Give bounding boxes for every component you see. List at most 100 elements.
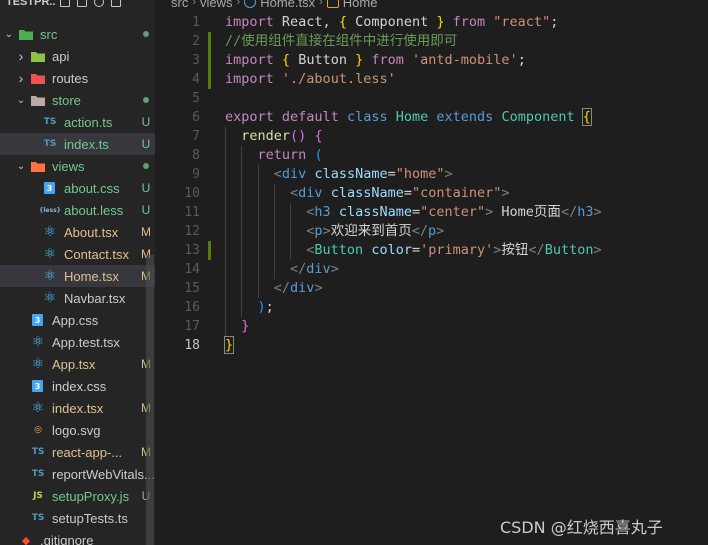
tree-item-src[interactable]: ⌄ src: [0, 23, 155, 45]
code-line[interactable]: 16 );: [155, 298, 708, 317]
code-text: //使用组件直接在组件中进行使用即可: [225, 32, 457, 51]
code-token: div: [306, 261, 331, 277]
tree-item-about-tsx[interactable]: ⚛ About.tsx M: [0, 221, 155, 243]
tree-item-about-less[interactable]: {less} about.less U: [0, 199, 155, 221]
code-token: =: [411, 204, 421, 220]
code-line[interactable]: 18}: [155, 336, 708, 355]
code-token: Home: [395, 109, 429, 125]
code-line[interactable]: 10 <div className="container">: [155, 184, 708, 203]
tree-item-contact-tsx[interactable]: ⚛ Contact.tsx M: [0, 243, 155, 265]
code-token: </: [290, 261, 307, 277]
code-editor[interactable]: src › views › Home.tsx › Home 1 import React, {…: [155, 0, 708, 545]
code-token: h3: [577, 204, 594, 220]
code-text: <div className="container">: [225, 184, 510, 203]
tree-item-react-app[interactable]: TSreact-app-...M: [0, 441, 155, 463]
tree-item-views[interactable]: ⌄ views: [0, 155, 155, 177]
code-line[interactable]: 13 <Button color='primary'>按钮</Button>: [155, 241, 708, 260]
collapse-all-icon[interactable]: [111, 0, 121, 7]
tree-item-about-css[interactable]: 3 about.css U: [0, 177, 155, 199]
code-line[interactable]: 4 import './about.less': [155, 70, 708, 89]
indent-guide: [225, 165, 226, 184]
code-line[interactable]: 17 }: [155, 317, 708, 336]
indent-guide: [225, 203, 226, 222]
tree-item-setupproxy-js[interactable]: JSsetupProxy.jsU: [0, 485, 155, 507]
tree-item-gitignore[interactable]: ◆ .gitignore: [0, 529, 155, 545]
code-line[interactable]: 11 <h3 className="center"> Home页面</h3>: [155, 203, 708, 222]
code-line[interactable]: 5: [155, 89, 708, 108]
indent-guide: [257, 260, 259, 279]
code-token: Component: [501, 109, 575, 125]
tree-item-app-test-tsx[interactable]: ⚛ App.test.tsx: [0, 331, 155, 353]
react-file-icon: ⚛: [43, 246, 57, 262]
code-token: <: [273, 166, 282, 182]
tree-item-index-css[interactable]: 3 index.css: [0, 375, 155, 397]
tree-item-logo-svg[interactable]: ◎ logo.svg: [0, 419, 155, 441]
code-line[interactable]: 6 export default class Home extends Compo…: [155, 108, 708, 127]
tree-item-reportwebvitals[interactable]: TS reportWebVitals....: [0, 463, 155, 485]
sidebar-scrollbar[interactable]: [146, 255, 154, 545]
tree-item-index-ts[interactable]: TS index.ts U: [0, 133, 155, 155]
tree-item-routes[interactable]: › routes: [0, 67, 155, 89]
code-line[interactable]: 3 import { Button } from 'antd-mobile';: [155, 51, 708, 70]
tree-item-home-tsx[interactable]: ⚛Home.tsxM: [0, 265, 155, 287]
indent-guide: [225, 241, 226, 260]
tree-item-index-tsx[interactable]: ⚛index.tsxM: [0, 397, 155, 419]
git-change-marker: [208, 32, 211, 51]
git-status-badge: U: [141, 203, 151, 217]
tree-item-label: Home.tsx: [64, 268, 119, 284]
indent-guide: [257, 241, 259, 260]
chevron-right-icon: ›: [18, 48, 24, 64]
tree-item-navbar-tsx[interactable]: ⚛ Navbar.tsx: [0, 287, 155, 309]
views-folder-icon: [30, 159, 46, 173]
indent-guide: [273, 184, 275, 203]
code-token: {: [314, 128, 323, 144]
indent-guide: [290, 222, 292, 241]
code-line[interactable]: 2 //使用组件直接在组件中进行使用即可: [155, 32, 708, 51]
tree-item-action-ts[interactable]: TS action.ts U: [0, 111, 155, 133]
new-folder-icon[interactable]: [77, 0, 87, 7]
breadcrumb-item[interactable]: Home.tsx: [260, 0, 315, 10]
refresh-icon[interactable]: [94, 0, 104, 7]
tree-item-app-tsx[interactable]: ⚛App.tsxM: [0, 353, 155, 375]
indent-guide: [241, 260, 243, 279]
code-text: export default class Home extends Compon…: [225, 108, 592, 127]
code-token: return: [257, 147, 307, 163]
typescript-file-icon: TS: [43, 139, 57, 149]
code-text: );: [225, 298, 274, 317]
code-line[interactable]: 8 return (: [155, 146, 708, 165]
breadcrumb-item[interactable]: views: [200, 0, 233, 10]
tree-item-label: Contact.tsx: [64, 246, 130, 262]
code-token: </: [560, 204, 578, 220]
code-line[interactable]: 14 </div>: [155, 260, 708, 279]
tree-item-setuptests-ts[interactable]: TS setupTests.ts: [0, 507, 155, 529]
code-token: 按钮: [501, 242, 529, 258]
code-token: className: [338, 204, 412, 220]
code-line[interactable]: 12 <p>欢迎来到首页</p>: [155, 222, 708, 241]
explorer-title[interactable]: TESTPR...: [6, 0, 56, 8]
code-token: import: [225, 52, 274, 68]
breadcrumb-item[interactable]: src: [171, 0, 188, 10]
tree-item-store[interactable]: ⌄ store: [0, 89, 155, 111]
code-line[interactable]: 15 </div>: [155, 279, 708, 298]
git-change-marker: [208, 51, 211, 70]
code-token: </: [411, 223, 428, 239]
code-token: (: [314, 147, 323, 163]
indent-guide: [225, 260, 226, 279]
breadcrumb-item[interactable]: Home: [343, 0, 378, 10]
code-line[interactable]: 9 <div className="home">: [155, 165, 708, 184]
indent-guide: [225, 184, 226, 203]
tree-item-api[interactable]: › api: [0, 45, 155, 67]
code-line[interactable]: 1 import React, { Component } from "react…: [155, 13, 708, 32]
indent-guide: [273, 260, 275, 279]
modified-dot: [143, 163, 149, 169]
breadcrumb-separator: ›: [319, 0, 323, 8]
code-token: "center": [420, 204, 486, 220]
tree-item-app-css[interactable]: 3 App.css: [0, 309, 155, 331]
code-line[interactable]: 7 render() {: [155, 127, 708, 146]
new-file-icon[interactable]: [60, 0, 70, 7]
